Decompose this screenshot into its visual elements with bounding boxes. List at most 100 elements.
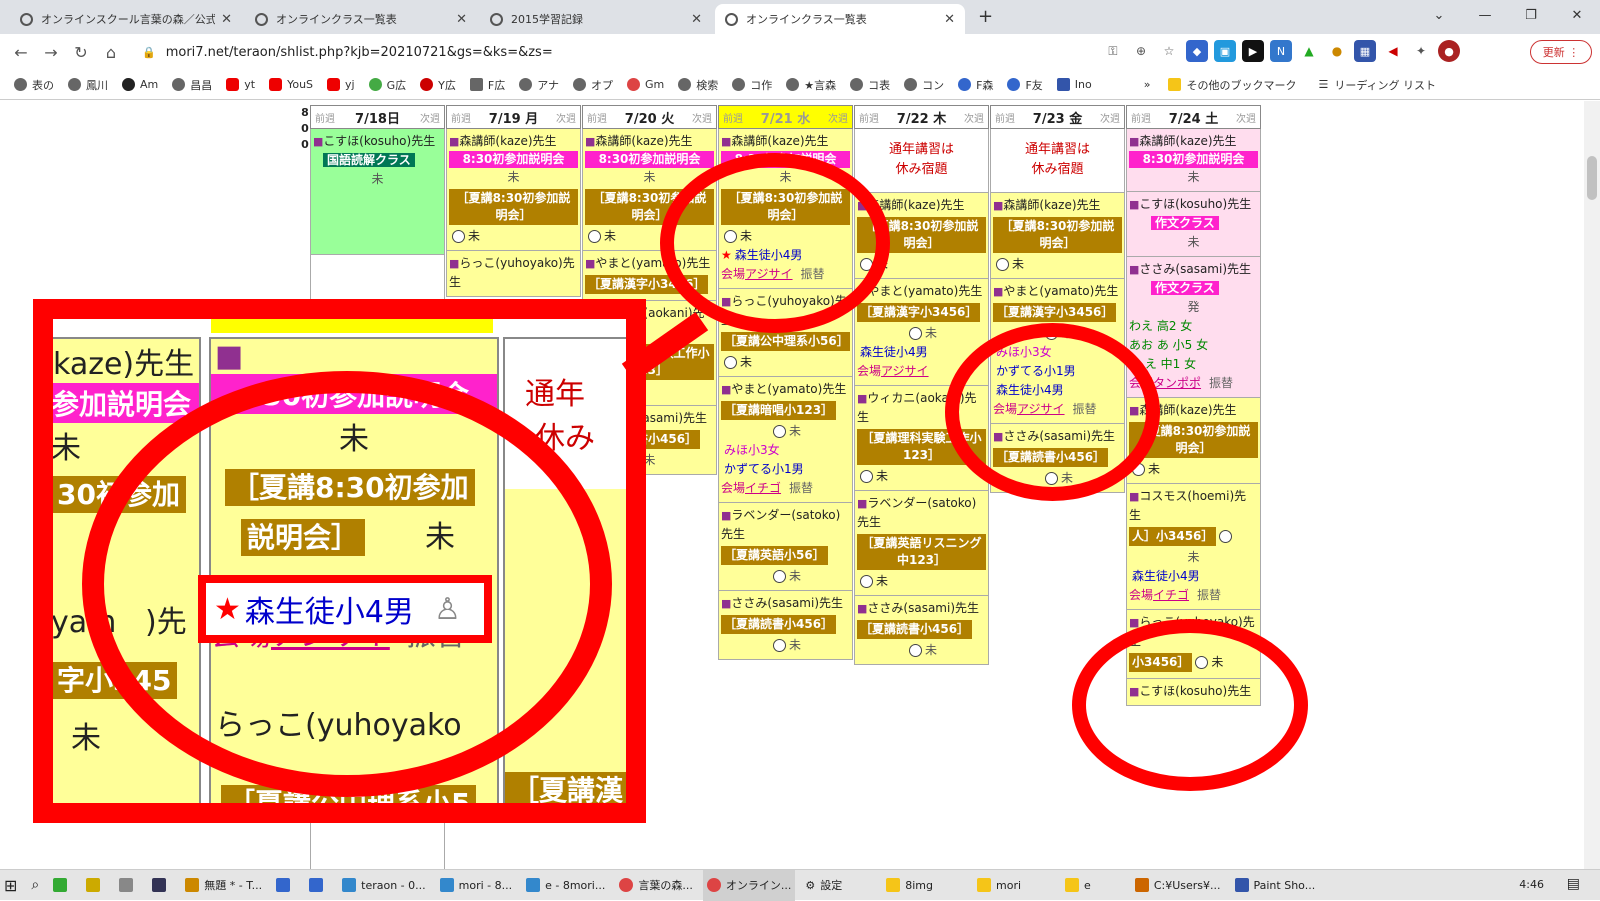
reload-icon[interactable]: ↻: [66, 43, 96, 62]
class-banner[interactable]: 8:30初参加説明会: [1129, 151, 1258, 168]
bookmark-item[interactable]: コ作: [732, 77, 772, 93]
bookmark-item[interactable]: F広: [469, 77, 505, 93]
bookmark-item[interactable]: Ino: [1056, 78, 1092, 91]
student-name[interactable]: かずてる小1男: [724, 462, 804, 476]
prev-week-link[interactable]: 前週: [995, 110, 1015, 125]
prev-week-link[interactable]: 前週: [315, 110, 335, 125]
prev-week-link[interactable]: 前週: [859, 110, 879, 125]
bookmark-item[interactable]: コ表: [850, 77, 890, 93]
teacher-name[interactable]: らっこ(yuhoyako)先生: [449, 254, 578, 292]
venue-link[interactable]: 会場アジサイ: [857, 364, 929, 378]
class-label[interactable]: ［夏講読書小456］: [721, 615, 837, 634]
bookmark-item[interactable]: Am: [122, 78, 158, 91]
scrollbar[interactable]: [1584, 101, 1600, 869]
update-button[interactable]: 更新 ⋮: [1530, 40, 1592, 64]
teacher-name[interactable]: 森講師(kaze)先生: [1129, 132, 1258, 151]
class-label[interactable]: ［夏講8:30初参加説明会］: [449, 189, 578, 225]
key-icon[interactable]: ⚿: [1102, 40, 1124, 62]
pinned-app[interactable]: [148, 870, 175, 901]
tab-2[interactable]: オンラインクラス一覧表 ✕: [245, 4, 477, 34]
pinned-app[interactable]: [49, 870, 76, 901]
close-icon[interactable]: ✕: [456, 12, 467, 27]
clock[interactable]: 4:46: [1519, 878, 1544, 891]
drive-icon[interactable]: ▲: [1298, 40, 1320, 62]
venue-link[interactable]: 会場イチゴ: [1129, 588, 1189, 602]
teacher-name[interactable]: やまと(yamato)先生: [993, 282, 1122, 301]
furikae-label[interactable]: 振替: [789, 481, 813, 495]
taskbar-item[interactable]: 言葉の森...: [615, 870, 697, 901]
taskbar-item[interactable]: 8img: [882, 870, 937, 901]
next-week-link[interactable]: 次週: [1100, 110, 1120, 125]
bookmark-item[interactable]: 検索: [678, 77, 718, 93]
class-label[interactable]: 作文クラス: [1151, 216, 1219, 230]
class-label[interactable]: 国語読解クラス: [323, 153, 415, 167]
scroll-thumb[interactable]: [1587, 156, 1597, 200]
avatar[interactable]: ●: [1438, 40, 1460, 62]
taskbar-item[interactable]: Paint Sho...: [1231, 870, 1320, 901]
furikae-label[interactable]: 振替: [1209, 376, 1233, 390]
star-icon[interactable]: ☆: [1158, 40, 1180, 62]
pinned-app[interactable]: [305, 870, 332, 901]
tab-4-active[interactable]: オンラインクラス一覧表 ✕: [715, 4, 965, 34]
bookmark-item[interactable]: コン: [904, 77, 944, 93]
tab-1[interactable]: オンラインスクール言葉の森／公式ホ ✕: [10, 4, 242, 34]
class-label[interactable]: ［夏講暗唱小123］: [721, 401, 837, 420]
extension-icon[interactable]: ▦: [1354, 40, 1376, 62]
student-name[interactable]: みほ小3女: [724, 443, 780, 457]
class-banner[interactable]: 8:30初参加説明会: [449, 151, 578, 168]
next-week-link[interactable]: 次週: [692, 110, 712, 125]
class-banner[interactable]: 8:30初参加説明会: [585, 151, 714, 168]
zoom-icon[interactable]: ⊕: [1130, 40, 1152, 62]
taskbar-item[interactable]: e: [1061, 870, 1095, 901]
bookmark-item[interactable]: Gm: [626, 78, 664, 91]
prev-week-link[interactable]: 前週: [723, 110, 743, 125]
extension-icon[interactable]: ▣: [1214, 40, 1236, 62]
taskbar-item[interactable]: e - 8mori...: [522, 870, 609, 901]
pinned-app[interactable]: [272, 870, 299, 901]
close-icon[interactable]: ✕: [221, 12, 232, 27]
bookmark-item[interactable]: yj: [327, 78, 355, 91]
bookmark-item[interactable]: F森: [958, 77, 993, 93]
extension-icon[interactable]: ●: [1326, 40, 1348, 62]
next-week-link[interactable]: 次週: [1236, 110, 1256, 125]
bookmark-item[interactable]: YouS: [269, 78, 313, 91]
restore-button[interactable]: ❐: [1508, 8, 1554, 23]
home-icon[interactable]: ⌂: [96, 43, 126, 62]
bookmark-item[interactable]: F友: [1007, 77, 1043, 93]
pinned-app[interactable]: [115, 870, 142, 901]
bookmark-item[interactable]: オプ: [572, 77, 613, 93]
close-icon[interactable]: ✕: [944, 12, 955, 27]
tab-3[interactable]: 2015学習記録 ✕: [480, 4, 712, 34]
teacher-name[interactable]: ラベンダー(satoko)先生: [857, 494, 986, 532]
class-label[interactable]: ［夏講英語リスニング中123］: [857, 534, 986, 570]
teacher-name[interactable]: ささみ(sasami)先生: [857, 599, 986, 618]
back-arrow-icon[interactable]: ←: [6, 43, 36, 62]
taskbar-item[interactable]: teraon - 0...: [338, 870, 430, 901]
search-button[interactable]: ⌕: [27, 870, 43, 901]
class-label[interactable]: ［夏講公中理系小56］: [721, 332, 850, 351]
teacher-name[interactable]: 森講師(kaze)先生: [585, 132, 714, 151]
bookmark-item[interactable]: 昌昌: [172, 77, 212, 93]
bookmark-item[interactable]: 表の: [14, 77, 54, 93]
start-button[interactable]: ⊞: [0, 870, 21, 901]
next-week-link[interactable]: 次週: [964, 110, 984, 125]
megaphone-icon[interactable]: ◀: [1382, 40, 1404, 62]
next-week-link[interactable]: 次週: [828, 110, 848, 125]
teacher-name[interactable]: 森講師(kaze)先生: [993, 196, 1122, 215]
notification-icon[interactable]: ▤: [1567, 876, 1580, 892]
taskbar-item[interactable]: mori - 8...: [436, 870, 516, 901]
bookmark-item[interactable]: Y広: [420, 77, 456, 93]
taskbar-item[interactable]: ⚙ 設定: [801, 870, 846, 901]
venue-link[interactable]: 会場イチゴ: [721, 481, 781, 495]
student-name[interactable]: わえ: [1129, 319, 1153, 333]
taskbar-item-active[interactable]: オンライン...: [702, 869, 796, 901]
student-name[interactable]: あお あ: [1129, 338, 1169, 352]
bookmark-item[interactable]: 鳳川: [68, 77, 108, 93]
class-label[interactable]: ［夏講漢字小3456］: [993, 303, 1117, 322]
prev-week-link[interactable]: 前週: [451, 110, 471, 125]
taskbar-item[interactable]: C:¥Users¥...: [1131, 870, 1225, 901]
teacher-name[interactable]: ラベンダー(satoko)先生: [721, 506, 850, 544]
bookmark-item[interactable]: ★言森: [786, 77, 836, 93]
class-label[interactable]: ［夏講読書小456］: [857, 620, 973, 639]
forward-arrow-icon[interactable]: →: [36, 43, 66, 62]
